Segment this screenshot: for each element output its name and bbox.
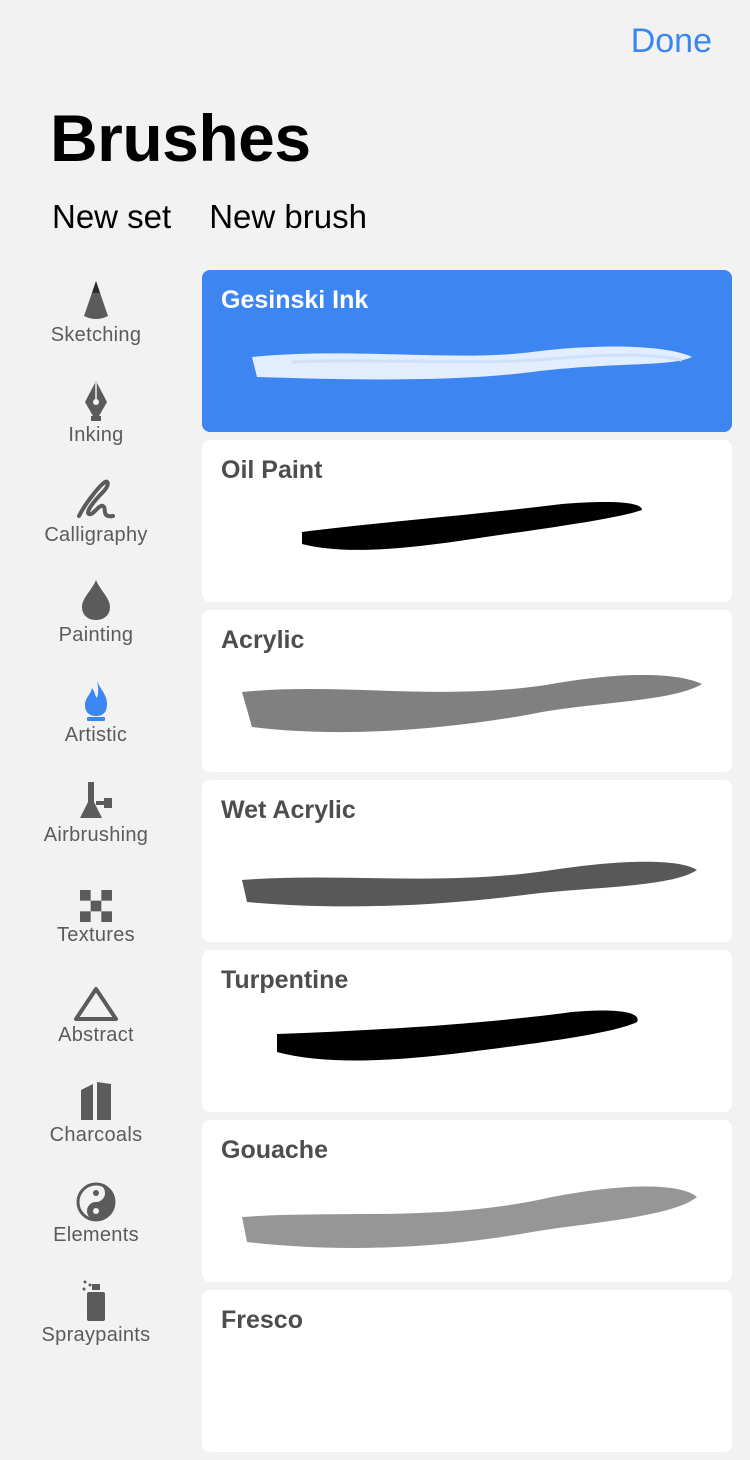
paint-drop-icon <box>66 570 126 622</box>
brush-name: Turpentine <box>221 966 349 994</box>
pen-nib-icon <box>66 370 126 422</box>
brush-stroke-preview <box>302 502 642 550</box>
category-textures[interactable]: Textures <box>0 870 192 970</box>
flame-icon <box>66 670 126 722</box>
brush-stroke-preview <box>242 861 697 907</box>
brush-stroke-preview <box>242 1186 697 1248</box>
brush-card-turpentine[interactable]: Turpentine <box>202 950 732 1112</box>
category-inking[interactable]: Inking <box>0 370 192 470</box>
category-label: Textures <box>57 924 135 946</box>
category-painting[interactable]: Painting <box>0 570 192 670</box>
brush-card-oil-paint[interactable]: Oil Paint <box>202 440 732 602</box>
category-label: Elements <box>53 1224 139 1246</box>
brush-card-gesinski-ink[interactable]: Gesinski Ink <box>202 270 732 432</box>
brush-name: Acrylic <box>221 626 305 654</box>
triangle-icon <box>66 970 126 1022</box>
checkerboard-icon <box>66 870 126 922</box>
category-abstract[interactable]: Abstract <box>0 970 192 1070</box>
brush-name: Fresco <box>221 1306 303 1334</box>
category-calligraphy[interactable]: Calligraphy <box>0 470 192 570</box>
page-title: Brushes <box>50 101 311 175</box>
category-label: Inking <box>68 424 124 446</box>
yin-yang-icon <box>66 1170 126 1222</box>
calligraphy-stroke-icon <box>66 470 126 522</box>
brush-card-acrylic[interactable]: Acrylic <box>202 610 732 772</box>
brush-name: Wet Acrylic <box>221 796 356 824</box>
brush-list: Gesinski Ink Oil Paint Acrylic Wet Acryl… <box>202 270 732 1460</box>
brush-card-wet-acrylic[interactable]: Wet Acrylic <box>202 780 732 942</box>
category-artistic[interactable]: Artistic <box>0 670 192 770</box>
spray-can-icon <box>66 1270 126 1322</box>
airbrush-icon <box>66 770 126 822</box>
category-label: Abstract <box>58 1024 134 1046</box>
brush-actions: New set New brush <box>52 198 367 236</box>
brush-name: Gesinski Ink <box>221 286 369 314</box>
category-label: Spraypaints <box>41 1324 151 1346</box>
category-label: Sketching <box>50 324 142 346</box>
category-label: Painting <box>58 624 134 646</box>
brush-stroke-preview <box>252 346 692 380</box>
category-sketching[interactable]: Sketching <box>0 270 192 370</box>
category-label: Calligraphy <box>44 524 148 546</box>
brush-name: Gouache <box>221 1136 328 1164</box>
brush-stroke-preview <box>242 674 702 733</box>
category-spraypaints[interactable]: Spraypaints <box>0 1270 192 1370</box>
new-set-button[interactable]: New set <box>52 198 171 236</box>
brush-stroke-preview <box>277 1010 638 1061</box>
charcoal-sticks-icon <box>66 1070 126 1122</box>
pencil-tip-icon <box>66 270 126 322</box>
category-label: Artistic <box>64 724 128 746</box>
category-elements[interactable]: Elements <box>0 1170 192 1270</box>
category-label: Charcoals <box>49 1124 143 1146</box>
brush-category-sidebar: Sketching Inking Calligraphy Painting Ar… <box>0 270 192 1370</box>
new-brush-button[interactable]: New brush <box>209 198 367 236</box>
done-button[interactable]: Done <box>631 22 712 61</box>
category-airbrushing[interactable]: Airbrushing <box>0 770 192 870</box>
category-charcoals[interactable]: Charcoals <box>0 1070 192 1170</box>
category-label: Airbrushing <box>43 824 149 846</box>
brush-name: Oil Paint <box>221 456 323 484</box>
brush-card-fresco[interactable]: Fresco <box>202 1290 732 1452</box>
brush-card-gouache[interactable]: Gouache <box>202 1120 732 1282</box>
